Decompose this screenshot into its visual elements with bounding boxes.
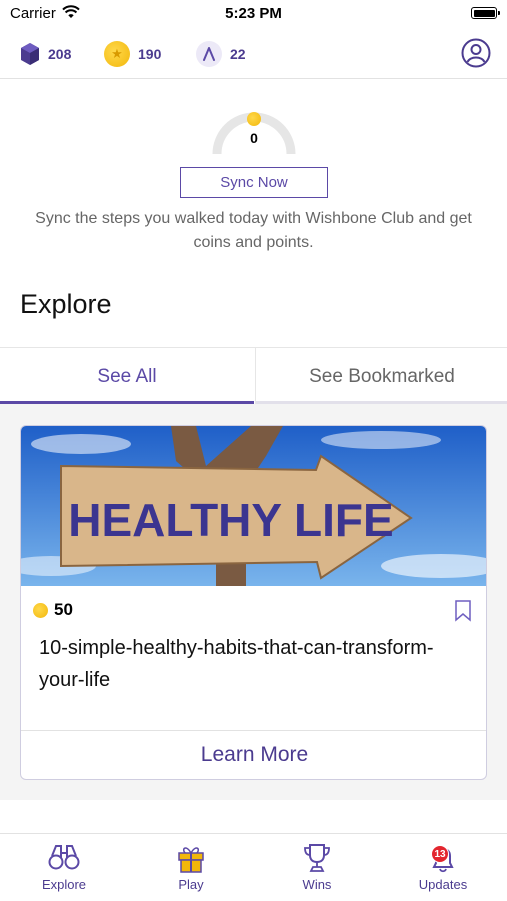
- tab-see-bookmarked[interactable]: See Bookmarked: [255, 348, 507, 405]
- reward-coin-icon: [33, 602, 48, 618]
- gift-icon: [178, 847, 204, 873]
- nav-explore-label: Explore: [41, 877, 87, 892]
- nav-wins[interactable]: Wins: [267, 834, 367, 901]
- gauge-coin-icon: [247, 112, 261, 126]
- coins-counter[interactable]: ★ 190: [104, 41, 161, 67]
- tab-see-all[interactable]: See All: [0, 348, 254, 405]
- coin-icon: ★: [104, 41, 130, 67]
- binoculars-icon: [48, 845, 80, 870]
- status-bar: Carrier 5:23 PM: [0, 0, 507, 30]
- battery-icon: [471, 7, 500, 19]
- trophy-icon: [304, 844, 330, 872]
- gems-counter[interactable]: 208: [20, 41, 71, 67]
- nav-wins-label: Wins: [302, 877, 332, 892]
- image-sign-text: HEALTHY LIFE: [68, 494, 393, 546]
- nav-updates-label: Updates: [418, 877, 468, 892]
- bookmark-icon[interactable]: [454, 600, 472, 622]
- card-title[interactable]: 10-simple-healthy-habits-that-can-transf…: [39, 632, 469, 696]
- sync-description: Sync the steps you walked today with Wis…: [35, 210, 472, 251]
- wishbones-counter[interactable]: 22: [196, 41, 246, 67]
- bottom-nav: Explore Play Wins 13 Updates: [0, 833, 507, 901]
- profile-icon[interactable]: [461, 38, 491, 68]
- gem-icon: [21, 43, 39, 65]
- wishbone-icon: [196, 41, 222, 67]
- nav-play-label: Play: [178, 877, 204, 892]
- article-card[interactable]: HEALTHY LIFE 50 10-simple-healthy-habits…: [20, 425, 487, 780]
- steps-gauge: [212, 112, 296, 155]
- page-title: Explore: [20, 289, 112, 319]
- card-reward: 50: [33, 600, 73, 620]
- steps-value: 0: [250, 130, 258, 146]
- updates-badge: 13: [431, 845, 449, 863]
- reward-value: 50: [54, 600, 73, 619]
- gems-value: 208: [48, 46, 72, 62]
- explore-tabs: See All See Bookmarked: [0, 347, 507, 405]
- healthy-life-sign-image: HEALTHY LIFE: [21, 426, 486, 586]
- learn-more-button[interactable]: Learn More: [21, 730, 486, 779]
- sync-now-button[interactable]: Sync Now: [180, 167, 328, 198]
- nav-updates[interactable]: 13 Updates: [393, 834, 493, 901]
- nav-explore[interactable]: Explore: [14, 834, 114, 901]
- stats-bar: 208 ★ 190 22: [0, 30, 507, 79]
- clock: 5:23 PM: [225, 5, 282, 22]
- nav-play[interactable]: Play: [141, 834, 241, 901]
- wishbones-value: 22: [230, 46, 246, 62]
- coins-value: 190: [138, 46, 162, 62]
